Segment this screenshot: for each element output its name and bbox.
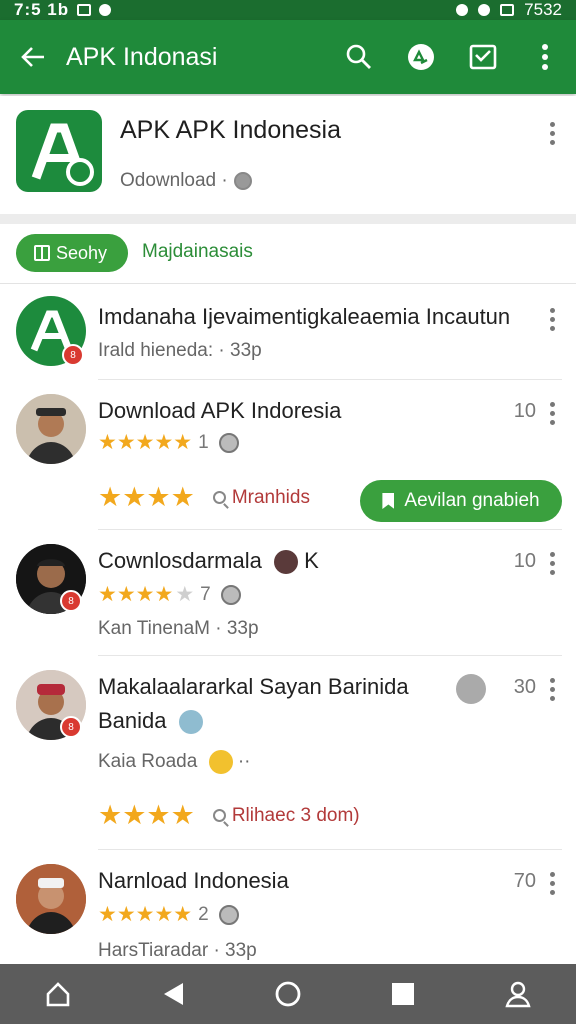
signal-icon	[500, 4, 515, 16]
emoji-icon	[273, 550, 298, 575]
avatar	[16, 864, 86, 934]
row-number: 10	[513, 400, 536, 422]
avatar	[16, 394, 86, 464]
globe-icon	[218, 904, 239, 925]
star-rating: ★★★★★ 2	[98, 902, 239, 927]
section-divider	[0, 214, 576, 224]
row-title: Download APK Indoresia	[98, 398, 342, 423]
home-icon	[46, 982, 69, 1007]
filter-link[interactable]: Majdainasais	[142, 241, 253, 263]
search-icon	[212, 491, 226, 504]
row-menu-button[interactable]	[542, 678, 562, 701]
profile-button[interactable]	[488, 964, 548, 1024]
row-subtitle: HarsTiaradar · 33p	[98, 940, 257, 961]
home-circle-button[interactable]	[258, 964, 318, 1024]
back-button[interactable]	[0, 20, 66, 94]
app-logo	[16, 110, 102, 192]
person-avatar-icon	[16, 394, 86, 464]
back-triangle-icon	[163, 983, 183, 1005]
list-item[interactable]: Download APK Indoresia ★★★★★ 1 10 ★★★★ Mr…	[0, 380, 576, 530]
row-title-line2: Banida	[98, 708, 203, 735]
filter-bar: Seohy Majdainasais	[0, 224, 576, 284]
list-item[interactable]: 8 Cownlosdarmala K ★★★★ ★ 7 10 Kan TinenaM…	[0, 530, 576, 656]
row-menu-button[interactable]	[542, 308, 562, 331]
app-name: APK APK Indonesia	[120, 116, 341, 144]
star-rating: ★★★★ Rlihaec 3 dom)	[98, 800, 360, 830]
globe-icon	[218, 432, 239, 453]
status-bar: 7:5 1b 7532	[0, 0, 576, 20]
navigation-bar	[0, 964, 576, 1024]
row-title: Makalaalararkal Sayan Barinida	[98, 674, 409, 699]
back-nav-button[interactable]	[143, 964, 203, 1024]
status-time: 7:5 1b	[14, 0, 70, 19]
wifi-icon	[478, 4, 491, 16]
list-item[interactable]: Narnload Indonesia ★★★★★ 2 70 HarsTiarada…	[0, 850, 576, 964]
row-title: Cownlosdarmala K	[98, 548, 319, 575]
bookmark-icon	[382, 493, 395, 509]
row-menu-button[interactable]	[542, 872, 562, 895]
row-number: 30	[513, 676, 536, 698]
recents-button[interactable]	[373, 964, 433, 1024]
recycle-button[interactable]	[390, 20, 452, 94]
globe-icon	[233, 172, 252, 190]
emoji-icon	[208, 750, 233, 774]
overflow-menu-icon	[542, 44, 548, 70]
square-recents-icon	[392, 983, 415, 1005]
battery-text: 7532	[524, 0, 562, 19]
grid-icon	[34, 245, 50, 261]
rating-count: 1	[198, 431, 209, 453]
filter-chip[interactable]: Seohy	[16, 234, 128, 272]
filter-chip-label: Seohy	[56, 242, 108, 263]
star-rating: ★★★★ ★ 7	[98, 582, 241, 607]
person-icon	[505, 981, 531, 1008]
globe-icon	[220, 584, 241, 605]
app-menu-button[interactable]	[542, 122, 562, 145]
search-text: Rlihaec 3 dom)	[231, 804, 360, 826]
search-icon	[346, 44, 371, 69]
app-logo-icon	[31, 123, 94, 186]
thumbnail-icon	[456, 674, 486, 704]
notification-icon	[99, 4, 112, 16]
search-icon	[212, 809, 226, 822]
alarm-icon	[456, 4, 469, 16]
back-arrow-icon	[21, 47, 44, 67]
badge-icon: 8	[60, 716, 82, 738]
list-item[interactable]: 8 Makalaalararkal Sayan Barinida Banida …	[0, 656, 576, 850]
badge-icon: 8	[60, 590, 82, 612]
circle-home-icon	[275, 981, 301, 1007]
app-bar-title: APK Indonasi	[66, 42, 218, 71]
list-item[interactable]: 8 Imdanaha Ijevaimentigkaleaemia Incautu…	[0, 284, 576, 380]
row-title: Imdanaha Ijevaimentigkaleaemia Incautun	[98, 304, 511, 329]
app-subtitle: Odownload ·	[120, 170, 252, 192]
recycle-icon	[408, 44, 434, 70]
app-bar: APK Indonasi	[0, 20, 576, 94]
inbox-button[interactable]	[452, 20, 514, 94]
row-subtitle: Kaia Roada ··	[98, 750, 251, 774]
row-number: 70	[513, 870, 536, 892]
rating-count: 7	[200, 583, 211, 605]
inbox-icon	[469, 44, 497, 70]
gallery-icon	[77, 4, 92, 16]
row-subtitle: Kan TinenaM · 33p	[98, 618, 259, 639]
app-header: APK APK Indonesia Odownload ·	[0, 96, 576, 214]
person-avatar-icon	[16, 864, 86, 934]
row-subtitle: Irald hieneda: · 33p	[98, 340, 262, 361]
row-title: Narnload Indonesia	[98, 868, 289, 893]
row-number: 10	[513, 550, 536, 572]
home-button[interactable]	[28, 964, 88, 1024]
rating-count: 2	[198, 903, 209, 925]
search-button[interactable]	[328, 20, 390, 94]
badge-icon: 8	[62, 344, 84, 366]
star-rating: ★★★★★ 1	[98, 430, 239, 455]
row-menu-button[interactable]	[542, 552, 562, 575]
install-button-label: Aevilan gnabieh	[404, 490, 540, 511]
row-menu-button[interactable]	[542, 402, 562, 425]
search-text: Mranhids	[231, 486, 310, 508]
overflow-menu-button[interactable]	[514, 20, 576, 94]
star-rating: ★★★★ Mranhids	[98, 482, 310, 512]
emoji-icon	[178, 710, 203, 735]
install-button[interactable]: Aevilan gnabieh	[360, 480, 562, 522]
